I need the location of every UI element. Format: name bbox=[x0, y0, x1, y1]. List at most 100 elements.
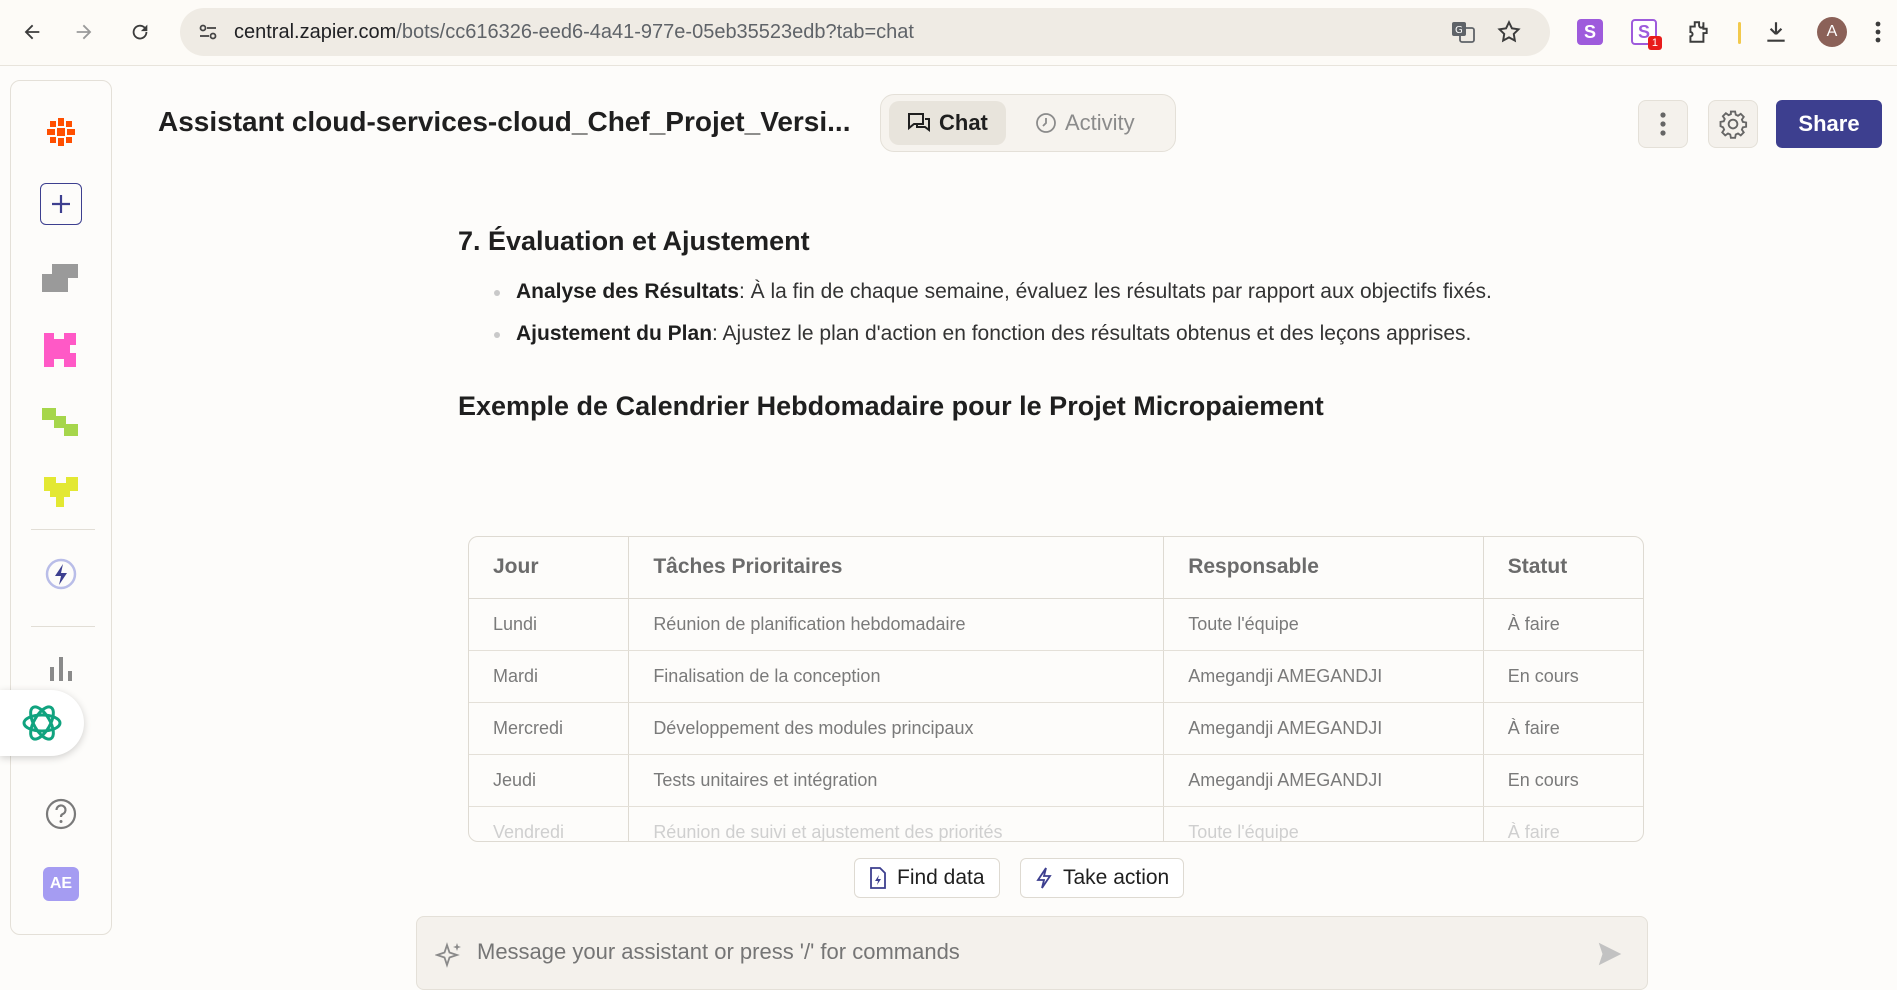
table-cell: Tests unitaires et intégration bbox=[628, 754, 1164, 807]
browser-menu-icon[interactable] bbox=[1866, 14, 1890, 50]
table-cell: Amegandji AMEGANDJI bbox=[1163, 754, 1484, 807]
extensions-puzzle-icon[interactable] bbox=[1680, 14, 1716, 50]
chatgpt-floating-icon[interactable] bbox=[0, 690, 84, 756]
back-icon[interactable] bbox=[14, 14, 50, 50]
table-cell: Réunion de planification hebdomadaire bbox=[628, 598, 1164, 651]
find-data-label: Find data bbox=[897, 866, 985, 889]
profile-initial: A bbox=[1817, 17, 1847, 47]
chat-message-content: 7. Évaluation et Ajustement Analyse des … bbox=[458, 226, 1648, 422]
table-cell: Toute l'équipe bbox=[1163, 598, 1484, 651]
table-cell: En cours bbox=[1482, 754, 1643, 807]
toolbar-divider bbox=[1738, 22, 1741, 44]
bullet-text: : Ajustez le plan d'action en fonction d… bbox=[712, 322, 1472, 345]
url-text: central.zapier.com/bots/cc616326-eed6-4a… bbox=[234, 21, 914, 44]
extension-badge: 1 bbox=[1647, 36, 1662, 50]
table-cell: Mercredi bbox=[469, 702, 629, 755]
app-root: AE Assistant cloud-services-cloud_Chef_P… bbox=[0, 80, 1897, 990]
table-row: Mercredi Développement des modules princ… bbox=[469, 702, 1643, 755]
table-cell: À faire bbox=[1482, 598, 1643, 651]
download-icon[interactable] bbox=[1758, 14, 1794, 50]
message-composer bbox=[416, 916, 1648, 990]
sidebar-divider bbox=[31, 626, 95, 627]
table-cell: En cours bbox=[1482, 650, 1643, 703]
site-settings-icon[interactable] bbox=[196, 20, 220, 49]
message-input[interactable] bbox=[477, 939, 1577, 965]
tab-chat[interactable]: Chat bbox=[889, 101, 1006, 145]
bullet-term: Analyse des Résultats bbox=[516, 280, 739, 303]
table-header-row: Jour Tâches Prioritaires Responsable Sta… bbox=[469, 537, 1643, 599]
user-avatar[interactable]: AE bbox=[40, 863, 82, 905]
address-bar[interactable]: central.zapier.com/bots/cc616326-eed6-4a… bbox=[180, 8, 1550, 56]
extension-s-badge-icon[interactable]: S1 bbox=[1626, 14, 1662, 50]
section-heading: 7. Évaluation et Ajustement bbox=[458, 226, 810, 256]
extension-s-icon[interactable]: S bbox=[1572, 14, 1608, 50]
user-initials: AE bbox=[43, 867, 79, 901]
table-cell: Finalisation de la conception bbox=[628, 650, 1164, 703]
example-heading: Exemple de Calendrier Hebdomadaire pour … bbox=[458, 391, 1324, 421]
more-vertical-icon bbox=[1660, 112, 1666, 136]
table-cell: Développement des modules principaux bbox=[628, 702, 1164, 755]
bullet-text: : À la fin de chaque semaine, évaluez le… bbox=[738, 280, 1492, 303]
table-cell: Mardi bbox=[469, 650, 629, 703]
profile-avatar[interactable]: A bbox=[1814, 14, 1850, 50]
tab-activity[interactable]: Activity bbox=[1017, 101, 1153, 145]
interfaces-icon[interactable] bbox=[40, 401, 82, 443]
file-lightning-icon bbox=[870, 867, 886, 889]
bookmark-star-icon[interactable] bbox=[1496, 19, 1522, 50]
bullet-list: Analyse des Résultats: À la fin de chaqu… bbox=[458, 271, 1648, 355]
list-item: Analyse des Résultats: À la fin de chaqu… bbox=[458, 271, 1648, 313]
view-tabs: Chat Activity bbox=[880, 94, 1176, 152]
table-cell: À faire bbox=[1482, 806, 1643, 841]
zaps-icon[interactable] bbox=[40, 257, 82, 299]
find-data-button[interactable]: Find data bbox=[854, 858, 1000, 898]
table-cell: Amegandji AMEGANDJI bbox=[1163, 702, 1484, 755]
lightning-icon bbox=[1036, 867, 1052, 889]
history-clock-icon bbox=[1036, 113, 1056, 133]
table-cell: Jeudi bbox=[469, 754, 629, 807]
column-header: Statut bbox=[1482, 537, 1643, 599]
table-row: Vendredi Réunion de suivi et ajustement … bbox=[469, 806, 1643, 841]
sidebar-divider bbox=[31, 529, 95, 530]
take-action-button[interactable]: Take action bbox=[1020, 858, 1185, 898]
share-button[interactable]: Share bbox=[1776, 100, 1882, 148]
more-options-button[interactable] bbox=[1638, 100, 1688, 148]
settings-button[interactable] bbox=[1708, 100, 1758, 148]
new-item-plus-icon[interactable] bbox=[40, 183, 82, 225]
help-icon[interactable] bbox=[40, 793, 82, 835]
table-cell: Toute l'équipe bbox=[1163, 806, 1484, 841]
list-item: Ajustement du Plan: Ajustez le plan d'ac… bbox=[458, 313, 1648, 355]
send-icon[interactable] bbox=[1595, 939, 1625, 974]
table-cell: À faire bbox=[1482, 702, 1643, 755]
tables-icon[interactable] bbox=[40, 328, 82, 370]
gear-icon bbox=[1719, 110, 1748, 139]
translate-icon[interactable]: G bbox=[1450, 20, 1476, 49]
browser-toolbar: central.zapier.com/bots/cc616326-eed6-4a… bbox=[0, 0, 1897, 66]
column-header: Tâches Prioritaires bbox=[628, 537, 1164, 599]
column-header: Jour bbox=[469, 537, 629, 599]
table-cell: Vendredi bbox=[469, 806, 629, 841]
sparkle-icon bbox=[434, 941, 463, 974]
take-action-label: Take action bbox=[1063, 866, 1170, 889]
chatbots-icon[interactable] bbox=[40, 471, 82, 513]
analytics-bars-icon[interactable] bbox=[40, 647, 82, 689]
agents-lightning-icon[interactable] bbox=[40, 553, 82, 595]
table-cell: Réunion de suivi et ajustement des prior… bbox=[628, 806, 1164, 841]
sidebar: AE bbox=[10, 80, 112, 935]
table-cell: Amegandji AMEGANDJI bbox=[1163, 650, 1484, 703]
url-path: /bots/cc616326-eed6-4a41-977e-05eb35523e… bbox=[396, 21, 914, 43]
schedule-table: Jour Tâches Prioritaires Responsable Sta… bbox=[468, 536, 1644, 842]
table-row: Mardi Finalisation de la conception Ameg… bbox=[469, 650, 1643, 703]
bullet-term: Ajustement du Plan bbox=[516, 322, 713, 345]
zapier-logo-icon[interactable] bbox=[40, 111, 82, 153]
table-row: Lundi Réunion de planification hebdomada… bbox=[469, 598, 1643, 651]
tab-chat-label: Chat bbox=[939, 110, 988, 135]
chat-bubbles-icon bbox=[908, 113, 930, 132]
assistant-title: Assistant cloud-services-cloud_Chef_Proj… bbox=[158, 106, 851, 137]
tab-activity-label: Activity bbox=[1065, 110, 1135, 135]
column-header: Responsable bbox=[1163, 537, 1484, 599]
url-host: central.zapier.com bbox=[234, 21, 397, 43]
table-row: Jeudi Tests unitaires et intégration Ame… bbox=[469, 754, 1643, 807]
svg-text:G: G bbox=[1455, 25, 1463, 36]
reload-icon[interactable] bbox=[122, 14, 158, 50]
forward-icon[interactable] bbox=[66, 14, 102, 50]
